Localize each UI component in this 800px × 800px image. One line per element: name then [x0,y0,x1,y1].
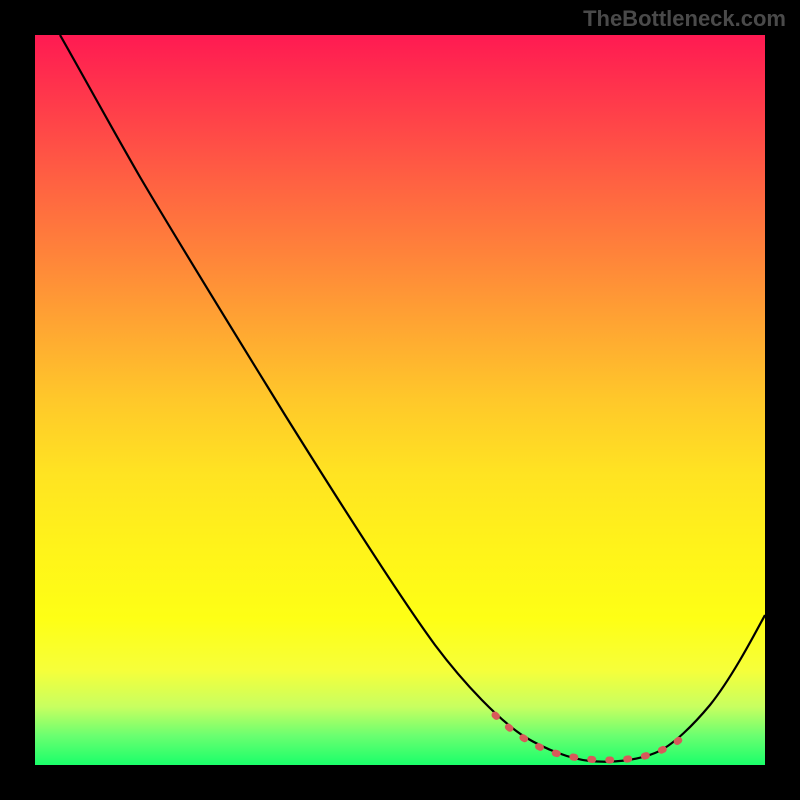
watermark-text: TheBottleneck.com [583,6,786,32]
chart-curves [35,35,765,765]
main-curve-line [60,35,765,762]
